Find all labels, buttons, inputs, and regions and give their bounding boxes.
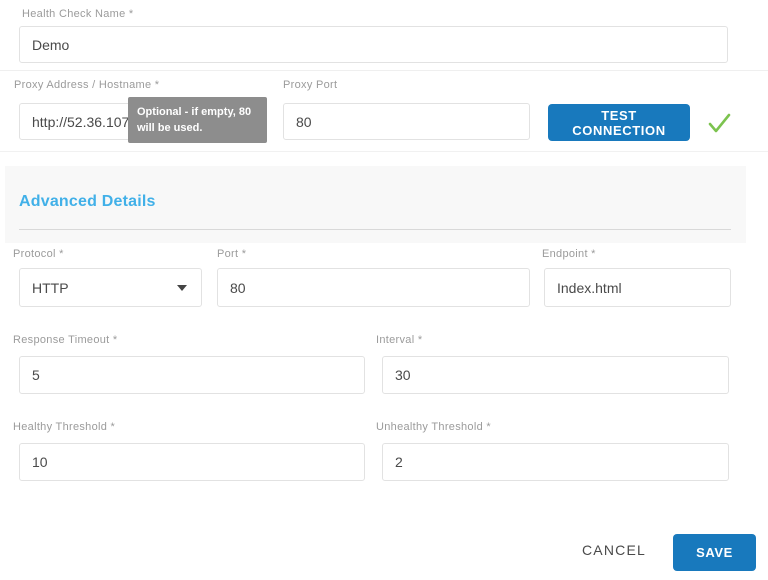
cancel-button[interactable]: CANCEL	[576, 541, 651, 559]
interval-input[interactable]	[382, 356, 729, 394]
protocol-label: Protocol *	[13, 248, 64, 260]
advanced-details-title: Advanced Details	[19, 193, 156, 211]
unhealthy-threshold-label: Unhealthy Threshold *	[376, 421, 491, 433]
connection-success-check-icon	[705, 109, 733, 142]
endpoint-label: Endpoint *	[542, 248, 596, 260]
health-check-name-label: Health Check Name *	[22, 8, 133, 20]
protocol-selected-value: HTTP	[32, 280, 69, 296]
response-timeout-label: Response Timeout *	[13, 334, 117, 346]
proxy-port-tooltip: Optional - if empty, 80 will be used.	[128, 97, 267, 143]
interval-label: Interval *	[376, 334, 422, 346]
proxy-address-label: Proxy Address / Hostname *	[14, 79, 159, 91]
test-connection-button[interactable]: TEST CONNECTION	[548, 104, 690, 141]
port-input[interactable]	[217, 268, 530, 307]
health-check-name-input[interactable]	[19, 26, 728, 63]
proxy-port-input[interactable]	[283, 103, 530, 140]
port-label: Port *	[217, 248, 246, 260]
section-divider	[0, 70, 768, 71]
healthy-threshold-label: Healthy Threshold *	[13, 421, 115, 433]
healthy-threshold-input[interactable]	[19, 443, 365, 481]
response-timeout-input[interactable]	[19, 356, 365, 394]
protocol-select[interactable]: HTTP	[19, 268, 202, 307]
endpoint-input[interactable]	[544, 268, 731, 307]
save-button[interactable]: SAVE	[673, 534, 756, 571]
section-divider	[0, 151, 768, 152]
caret-down-icon	[177, 285, 187, 291]
unhealthy-threshold-input[interactable]	[382, 443, 729, 481]
advanced-details-divider	[19, 229, 731, 230]
proxy-port-label: Proxy Port	[283, 79, 337, 91]
